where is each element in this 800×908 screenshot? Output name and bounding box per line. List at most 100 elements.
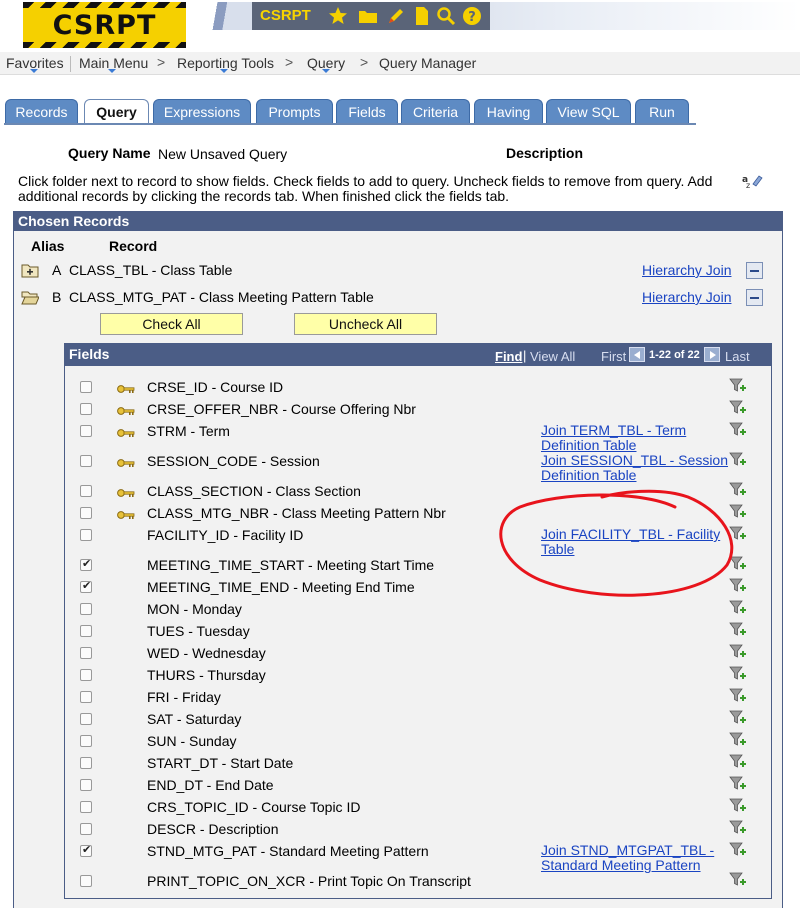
field-checkbox[interactable] [80,843,92,857]
hierarchy-join-link[interactable]: Hierarchy Join [642,289,731,305]
find-link[interactable]: Find [495,349,522,364]
reporting-tools-caret-icon[interactable] [220,69,228,73]
tab-fields[interactable]: Fields [336,99,398,124]
join-record-link[interactable]: Join TERM_TBL - Term Definition Table [541,423,731,453]
logo-stripe-bottom [23,42,186,48]
folder-expand-icon[interactable] [21,262,39,278]
add-criteria-funnel-icon[interactable] [729,481,747,499]
field-checkbox[interactable] [80,713,92,725]
first-link[interactable]: First [601,349,626,364]
add-criteria-funnel-icon[interactable] [729,555,747,573]
field-checkbox[interactable] [80,669,92,681]
key-icon [117,486,135,497]
add-criteria-funnel-icon[interactable] [729,819,747,837]
tab-criteria[interactable]: Criteria [401,99,470,124]
field-checkbox[interactable] [80,579,92,593]
field-checkbox[interactable] [80,529,92,541]
folder-open-icon[interactable] [21,289,40,305]
add-criteria-funnel-icon[interactable] [729,753,747,771]
key-icon [117,426,135,437]
add-criteria-funnel-icon[interactable] [729,399,747,417]
add-criteria-funnel-icon[interactable] [729,421,747,439]
view-all-link[interactable]: View All [530,349,575,364]
field-name: MEETING_TIME_END - Meeting End Time [147,579,415,595]
spell-check-icon[interactable]: a z [742,172,764,190]
tab-expressions[interactable]: Expressions [153,99,251,124]
field-checkbox[interactable] [80,485,92,497]
field-checkbox[interactable] [80,403,92,415]
help-icon[interactable]: ? [462,6,482,26]
join-record-link[interactable]: Join STND_MTGPAT_TBL - Standard Meeting … [541,843,731,873]
field-checkbox[interactable] [80,557,92,571]
favorites-caret-icon[interactable] [30,69,38,73]
field-name: PRINT_TOPIC_ON_XCR - Print Topic On Tran… [147,873,471,889]
field-name: MEETING_TIME_START - Meeting Start Time [147,557,435,573]
field-name: CLASS_SECTION - Class Section [147,483,361,499]
field-checkbox[interactable] [80,625,92,637]
folder-icon[interactable] [358,6,378,26]
add-criteria-funnel-icon[interactable] [729,687,747,705]
add-criteria-funnel-icon[interactable] [729,621,747,639]
field-checkbox[interactable] [80,647,92,659]
pencil-icon[interactable] [386,6,406,26]
search-icon[interactable] [436,6,456,26]
add-criteria-funnel-icon[interactable] [729,797,747,815]
remove-record-button[interactable] [746,262,763,279]
top-header: CSRPT CSRPT ? [0,0,800,52]
add-criteria-funnel-icon[interactable] [729,709,747,727]
add-criteria-funnel-icon[interactable] [729,525,747,543]
field-name: END_DT - End Date [147,777,274,793]
add-criteria-funnel-icon[interactable] [729,503,747,521]
alias-column-header: Alias [31,238,65,254]
previous-page-icon[interactable] [629,347,645,362]
field-name: START_DT - Start Date [147,755,294,771]
field-checkbox[interactable] [80,603,92,615]
field-checkbox[interactable] [80,507,92,519]
document-icon[interactable] [412,6,432,26]
field-name: WED - Wednesday [147,645,266,661]
field-checkbox[interactable] [80,455,92,467]
tab-prompts[interactable]: Prompts [256,99,333,124]
join-record-link[interactable]: Join SESSION_TBL - Session Definition Ta… [541,453,731,483]
tab-view-sql[interactable]: View SQL [546,99,631,124]
add-criteria-funnel-icon[interactable] [729,871,747,889]
next-page-icon[interactable] [704,347,720,362]
star-icon[interactable] [328,6,348,26]
field-checkbox[interactable] [80,691,92,703]
tab-having[interactable]: Having [474,99,543,124]
field-checkbox[interactable] [80,381,92,393]
add-criteria-funnel-icon[interactable] [729,577,747,595]
add-criteria-funnel-icon[interactable] [729,665,747,683]
field-checkbox[interactable] [80,823,92,835]
uncheck-all-button[interactable]: Uncheck All [294,313,437,335]
field-checkbox[interactable] [80,801,92,813]
field-checkbox[interactable] [80,735,92,747]
add-criteria-funnel-icon[interactable] [729,731,747,749]
field-checkbox[interactable] [80,425,92,437]
field-checkbox[interactable] [80,779,92,791]
query-name-value: New Unsaved Query [158,146,288,162]
tab-records[interactable]: Records [5,99,78,124]
field-checkbox[interactable] [80,875,92,887]
check-all-button[interactable]: Check All [100,313,243,335]
main-menu-caret-icon[interactable] [108,69,116,73]
add-criteria-funnel-icon[interactable] [729,599,747,617]
field-checkbox[interactable] [80,757,92,769]
breadcrumb-separator: > [285,54,294,70]
add-criteria-funnel-icon[interactable] [729,451,747,469]
key-icon [117,382,135,393]
join-record-link[interactable]: Join FACILITY_TBL - Facility Table [541,527,731,557]
breadcrumb: Favorites Main Menu > Reporting Tools > … [0,52,800,75]
tab-run[interactable]: Run [635,99,689,124]
add-criteria-funnel-icon[interactable] [729,643,747,661]
add-criteria-funnel-icon[interactable] [729,775,747,793]
last-link[interactable]: Last [725,349,750,364]
tab-query[interactable]: Query [84,99,149,125]
query-caret-icon[interactable] [322,69,330,73]
hierarchy-join-link[interactable]: Hierarchy Join [642,262,731,278]
chosen-records-panel: Chosen Records Alias Record A CLASS_TBL … [13,211,783,908]
add-criteria-funnel-icon[interactable] [729,377,747,395]
header-toolbar: CSRPT ? [252,2,490,30]
add-criteria-funnel-icon[interactable] [729,841,747,859]
remove-record-button[interactable] [746,289,763,306]
